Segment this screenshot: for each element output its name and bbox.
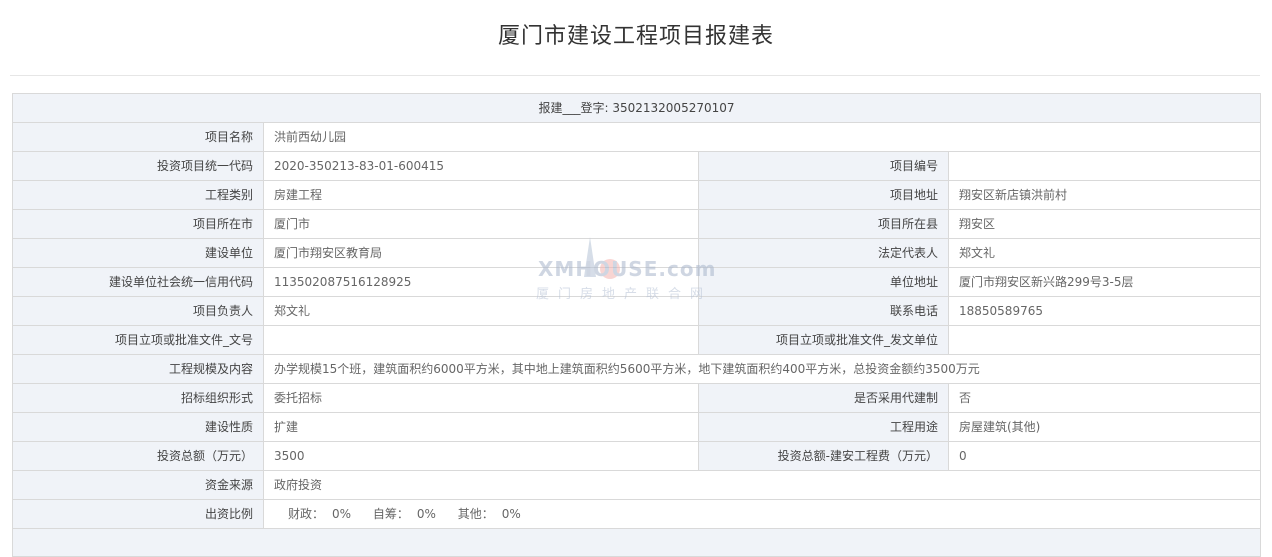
total-invest-label: 投资总额（万元） — [12, 441, 264, 471]
nature-value: 扩建 — [263, 412, 699, 442]
bid-form-value: 委托招标 — [263, 383, 699, 413]
table-row: 投资项目统一代码 2020-350213-83-01-600415 项目编号 — [12, 151, 1262, 181]
invest-code-label: 投资项目统一代码 — [12, 151, 264, 181]
ratio-fiscal-value: 0% — [332, 507, 352, 521]
credit-code-value: 113502087516128925 — [263, 267, 699, 297]
table-row: 项目立项或批准文件_文号 项目立项或批准文件_发文单位 — [12, 325, 1262, 355]
approval-unit-value — [947, 325, 1262, 355]
table-row: 招标组织形式 委托招标 是否采用代建制 否 — [12, 383, 1262, 413]
unit-address-value: 厦门市翔安区新兴路299号3-5层 — [947, 267, 1262, 297]
fund-source-label: 资金来源 — [12, 470, 264, 500]
agent-build-label: 是否采用代建制 — [698, 383, 949, 413]
project-name-value: 洪前西幼儿园 — [262, 122, 1262, 152]
project-name-label: 项目名称 — [12, 122, 264, 152]
build-unit-value: 厦门市翔安区教育局 — [263, 238, 699, 268]
table-row: 项目负责人 郑文礼 联系电话 18850589765 — [12, 296, 1262, 326]
city-label: 项目所在市 — [12, 209, 264, 239]
ratio-other-key: 其他： — [457, 507, 494, 521]
construct-fee-value: 0 — [947, 441, 1262, 471]
table-row: 项目名称 洪前西幼儿园 — [12, 122, 1262, 152]
table-row: 资金来源 政府投资 — [12, 470, 1262, 500]
project-address-value: 翔安区新店镇洪前村 — [947, 180, 1262, 210]
page-title: 厦门市建设工程项目报建表 — [497, 24, 774, 49]
invest-code-value: 2020-350213-83-01-600415 — [263, 151, 699, 181]
fund-source-value: 政府投资 — [262, 470, 1262, 500]
total-invest-value: 3500 — [263, 441, 699, 471]
bid-form-label: 招标组织形式 — [12, 383, 264, 413]
approval-no-label: 项目立项或批准文件_文号 — [12, 325, 264, 355]
table-row: 建设单位 厦门市翔安区教育局 法定代表人 郑文礼 — [12, 238, 1262, 268]
county-label: 项目所在县 — [698, 209, 949, 239]
table-row: 出资比例 财政： 0% 自筹： 0% 其他： 0% — [12, 499, 1262, 529]
construct-fee-label: 投资总额-建安工程费（万元） — [698, 441, 949, 471]
credit-code-label: 建设单位社会统一信用代码 — [12, 267, 264, 297]
legal-rep-value: 郑文礼 — [947, 238, 1262, 268]
usage-label: 工程用途 — [698, 412, 949, 442]
table-row — [11, 528, 1262, 557]
registration-number-row: 报建___登字: 3502132005270107 — [11, 93, 1262, 123]
agent-build-value: 否 — [947, 383, 1262, 413]
table-row: 建设性质 扩建 工程用途 房屋建筑(其他) — [12, 412, 1262, 442]
build-unit-label: 建设单位 — [12, 238, 264, 268]
title-divider — [10, 75, 1260, 76]
table-row: 建设单位社会统一信用代码 113502087516128925 单位地址 厦门市… — [12, 267, 1262, 297]
city-value: 厦门市 — [263, 209, 699, 239]
table-row: 投资总额（万元） 3500 投资总额-建安工程费（万元） 0 — [12, 441, 1262, 471]
table-row: 工程类别 房建工程 项目地址 翔安区新店镇洪前村 — [12, 180, 1262, 210]
unit-address-label: 单位地址 — [698, 267, 949, 297]
nature-label: 建设性质 — [12, 412, 264, 442]
ratio-self-value: 0% — [416, 507, 436, 521]
next-row-partial — [11, 528, 1262, 557]
table-row: 工程规模及内容 办学规模15个班，建筑面积约6000平方米，其中地上建筑面积约5… — [12, 354, 1262, 384]
legal-rep-label: 法定代表人 — [698, 238, 949, 268]
ratio-value: 财政： 0% 自筹： 0% 其他： 0% — [262, 499, 1262, 529]
project-no-value — [947, 151, 1262, 181]
ratio-other-value: 0% — [501, 507, 521, 521]
scale-value: 办学规模15个班，建筑面积约6000平方米，其中地上建筑面积约5600平方米，地… — [262, 354, 1262, 384]
usage-value: 房屋建筑(其他) — [947, 412, 1262, 442]
county-value: 翔安区 — [947, 209, 1262, 239]
project-no-label: 项目编号 — [698, 151, 949, 181]
approval-unit-label: 项目立项或批准文件_发文单位 — [698, 325, 949, 355]
scale-label: 工程规模及内容 — [12, 354, 264, 384]
eng-type-label: 工程类别 — [12, 180, 264, 210]
ratio-fiscal-key: 财政： — [288, 507, 325, 521]
ratio-self-key: 自筹： — [372, 507, 409, 521]
approval-no-value — [263, 325, 699, 355]
registration-number: 报建___登字: 3502132005270107 — [11, 93, 1262, 123]
eng-type-value: 房建工程 — [263, 180, 699, 210]
project-registration-table: 报建___登字: 3502132005270107 项目名称 洪前西幼儿园 投资… — [11, 93, 1262, 557]
manager-value: 郑文礼 — [263, 296, 699, 326]
phone-value: 18850589765 — [947, 296, 1262, 326]
table-row: 项目所在市 厦门市 项目所在县 翔安区 — [12, 209, 1262, 239]
ratio-label: 出资比例 — [12, 499, 264, 529]
project-address-label: 项目地址 — [698, 180, 949, 210]
manager-label: 项目负责人 — [12, 296, 264, 326]
phone-label: 联系电话 — [698, 296, 949, 326]
